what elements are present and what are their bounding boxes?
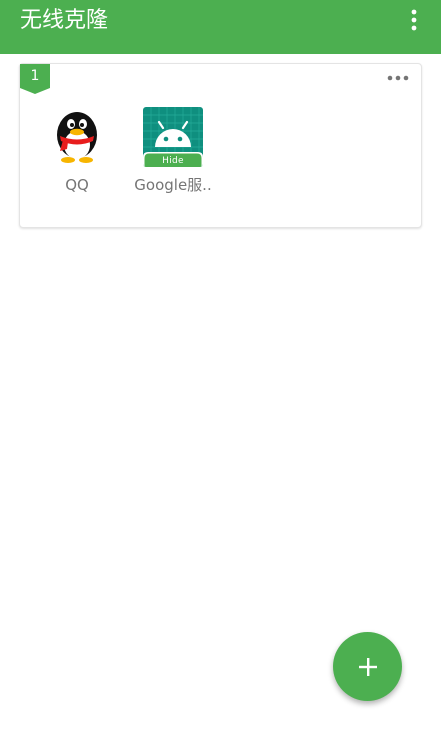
plus-icon [358,657,377,676]
group-number: 1 [30,68,40,84]
more-vertical-icon[interactable] [400,6,428,34]
app-tile-google-services[interactable]: Hide Google服.. [128,107,218,207]
app-label: QQ [65,176,89,194]
app-title: 无线克隆 [20,8,109,33]
group-number-badge: 1 [20,64,50,94]
app-tile-qq[interactable]: QQ [32,107,122,207]
clone-group-card: 1 QQ Hide Google服.. [19,63,422,228]
add-button[interactable] [333,632,402,701]
more-horizontal-icon[interactable] [384,70,412,86]
android-robot-icon: Hide [143,107,203,167]
app-bar: 无线克隆 [0,0,441,54]
app-label: Google服.. [134,176,212,194]
qq-penguin-icon [47,107,107,167]
hide-tag: Hide [162,156,184,166]
